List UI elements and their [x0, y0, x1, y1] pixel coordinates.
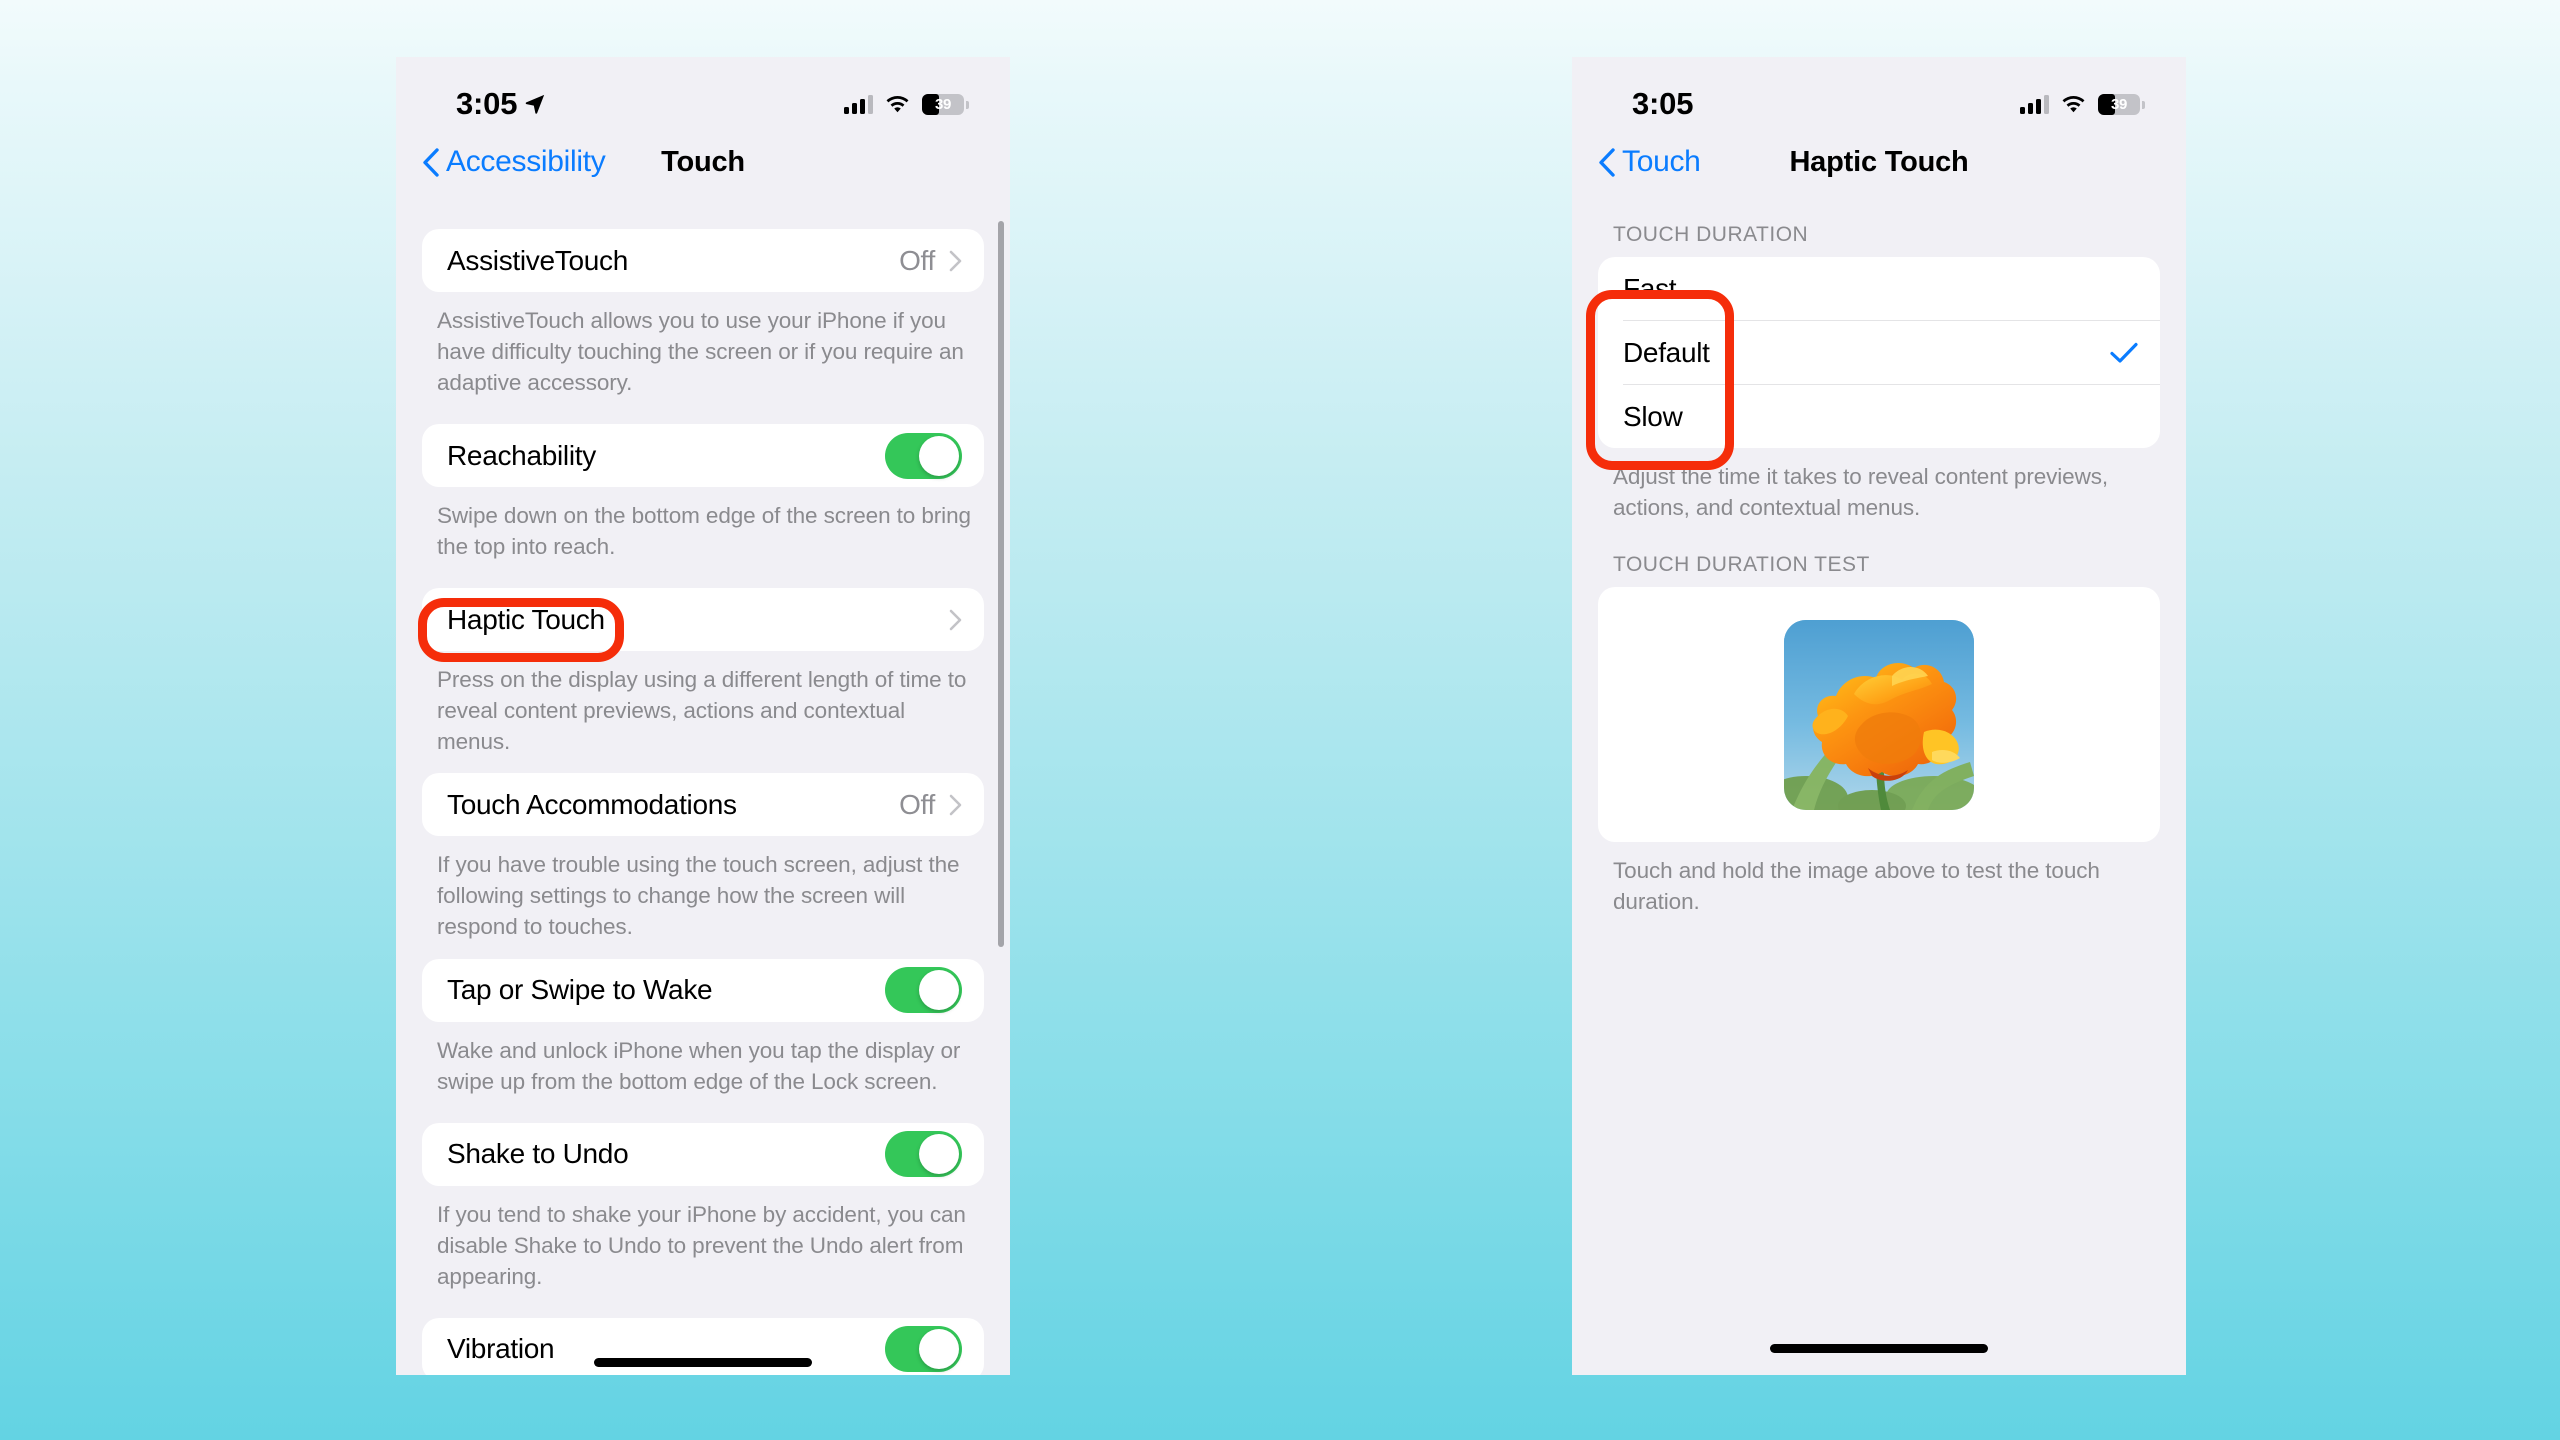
footnote-tap-or-swipe-to-wake: Wake and unlock iPhone when you tap the …	[437, 1037, 961, 1094]
cellular-bars-icon	[844, 94, 873, 114]
toggle-knob	[919, 1329, 959, 1370]
poppy-flower-image[interactable]	[1784, 619, 1974, 810]
row-label: Tap or Swipe to Wake	[447, 974, 713, 1006]
toggle-knob	[919, 435, 959, 476]
status-time: 3:05	[456, 86, 518, 121]
row-touch-accommodations[interactable]: Touch Accommodations Off	[422, 773, 984, 836]
poppy-flower-artwork	[1784, 619, 1974, 810]
row-label: Reachability	[447, 439, 596, 471]
footnote-touch-duration-test: Touch and hold the image above to test t…	[1613, 858, 2100, 915]
settings-list[interactable]: AssistiveTouch Off AssistiveTouch allows…	[396, 195, 1010, 1375]
option-row-fast[interactable]: Fast	[1598, 257, 2160, 320]
footnote-reachability: Swipe down on the bottom edge of the scr…	[437, 503, 971, 560]
scrollbar-indicator[interactable]	[998, 221, 1004, 947]
settings-card-assistivetouch: AssistiveTouch Off	[422, 229, 984, 292]
wifi-icon	[2062, 95, 2085, 112]
chevron-right-icon	[949, 609, 962, 631]
battery-percent: 39	[2110, 95, 2128, 113]
settings-card-shake-to-undo: Shake to Undo	[422, 1122, 984, 1186]
toggle-vibration[interactable]	[885, 1326, 962, 1373]
back-button-label: Accessibility	[446, 145, 606, 178]
cellular-bars-icon	[2020, 94, 2049, 114]
location-arrow-icon	[525, 94, 545, 114]
footnote-touch-duration: Adjust the time it takes to reveal conte…	[1613, 464, 2109, 521]
back-button-accessibility[interactable]: Accessibility	[422, 145, 606, 179]
navigation-bar: Accessibility Touch	[396, 129, 1010, 195]
footnote-haptic-touch: Press on the display using a different l…	[437, 667, 967, 755]
toggle-knob	[919, 1134, 959, 1175]
row-haptic-touch[interactable]: Haptic Touch	[422, 588, 984, 651]
chevron-left-icon	[423, 147, 439, 177]
option-row-default[interactable]: Default	[1598, 321, 2160, 384]
settings-card-touch-accommodations: Touch Accommodations Off	[422, 773, 984, 837]
toggle-knob	[919, 970, 959, 1011]
row-assistivetouch[interactable]: AssistiveTouch Off	[422, 229, 984, 292]
footnote-assistivetouch: AssistiveTouch allows you to use your iP…	[437, 308, 964, 396]
option-label: Default	[1623, 336, 1710, 368]
navigation-bar: Touch Haptic Touch	[1572, 129, 2186, 195]
status-bar-icons: 39	[844, 93, 969, 115]
row-label: Shake to Undo	[447, 1138, 629, 1170]
battery-percent: 39	[934, 95, 952, 113]
row-tap-or-swipe-to-wake[interactable]: Tap or Swipe to Wake	[422, 959, 984, 1022]
settings-card-tap-or-swipe-to-wake: Tap or Swipe to Wake	[422, 958, 984, 1022]
row-reachability[interactable]: Reachability	[422, 424, 984, 487]
battery-icon: 39	[922, 93, 969, 115]
row-label: Touch Accommodations	[447, 788, 737, 820]
row-value: Off	[899, 788, 935, 820]
home-indicator	[1770, 1344, 1988, 1353]
option-label: Slow	[1623, 400, 1683, 432]
battery-icon: 39	[2098, 93, 2145, 115]
option-label: Fast	[1623, 272, 1677, 304]
row-label: Haptic Touch	[447, 603, 605, 635]
status-bar-time-group: 3:05	[456, 86, 546, 122]
row-value: Off	[899, 244, 935, 276]
phone-screen-haptic-touch: 3:05 39 Touch Haptic Touch TOUCH DURATIO…	[1572, 57, 2186, 1375]
back-button-label: Touch	[1622, 145, 1701, 178]
chevron-right-icon	[949, 250, 962, 271]
chevron-right-icon	[949, 794, 962, 816]
status-bar-time-group: 3:05	[1632, 86, 1693, 122]
section-header-touch-duration-test: TOUCH DURATION TEST	[1613, 553, 1870, 577]
toggle-shake-to-undo[interactable]	[885, 1131, 962, 1178]
haptic-touch-list[interactable]: TOUCH DURATION Fast Default Slow Adjust …	[1572, 195, 2186, 1375]
touch-duration-test-card	[1598, 587, 2160, 843]
chevron-left-icon	[1599, 147, 1615, 177]
toggle-tap-or-swipe-to-wake[interactable]	[885, 967, 962, 1014]
footnote-touch-accommodations: If you have trouble using the touch scre…	[437, 852, 960, 940]
home-indicator	[594, 1358, 812, 1367]
footnote-shake-to-undo: If you tend to shake your iPhone by acci…	[437, 1201, 966, 1289]
status-bar-icons: 39	[2020, 93, 2145, 115]
back-button-touch[interactable]: Touch	[1598, 145, 1701, 179]
settings-card-touch-duration: Fast Default Slow	[1598, 257, 2160, 448]
option-row-slow[interactable]: Slow	[1598, 385, 2160, 448]
row-shake-to-undo[interactable]: Shake to Undo	[422, 1123, 984, 1186]
status-bar: 3:05 39	[396, 57, 1010, 129]
settings-card-haptic-touch: Haptic Touch	[422, 588, 984, 652]
status-bar: 3:05 39	[1572, 57, 2186, 129]
settings-card-reachability: Reachability	[422, 424, 984, 488]
status-time: 3:05	[1632, 86, 1694, 121]
row-label: AssistiveTouch	[447, 244, 628, 276]
checkmark-icon	[2110, 342, 2138, 363]
wifi-icon	[886, 95, 909, 112]
phone-screen-touch-settings: 3:05 39 Accessibility Touch AssistiveTou…	[396, 57, 1010, 1375]
section-header-touch-duration: TOUCH DURATION	[1613, 223, 1809, 246]
toggle-reachability[interactable]	[885, 432, 962, 479]
